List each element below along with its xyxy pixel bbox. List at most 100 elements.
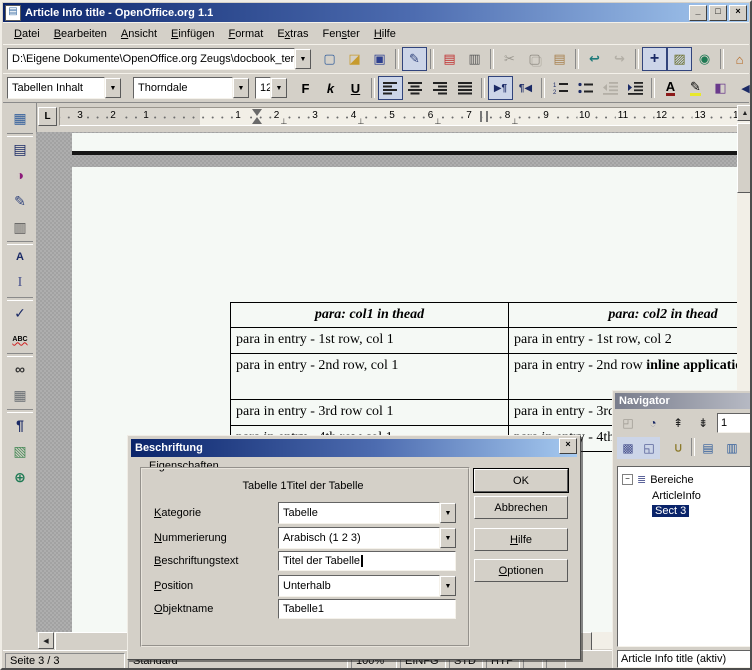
italic-button[interactable]: k xyxy=(318,76,343,100)
draw-functions-button[interactable]: ✎ xyxy=(7,189,33,213)
navigator-document-list[interactable]: Article Info title (aktiv) xyxy=(617,650,752,668)
indent-marker[interactable] xyxy=(252,109,262,124)
menu-bearbeiten[interactable]: Bearbeiten xyxy=(47,25,114,43)
new-document-button[interactable]: ▢ xyxy=(317,47,342,71)
direct-cursor-button[interactable]: I xyxy=(7,271,33,295)
nummerierung-value[interactable]: Arabisch (1 2 3) xyxy=(278,527,440,549)
position-combobox[interactable]: Unterhalb ▼ xyxy=(278,576,456,596)
toolbar-back-arrow-button[interactable]: ◀ xyxy=(733,76,752,100)
graphics-toggle-button[interactable]: ▧ xyxy=(7,439,33,463)
menu-einfuegen[interactable]: Einfügen xyxy=(164,25,221,43)
align-center-button[interactable] xyxy=(403,76,428,100)
spellcheck-button[interactable]: ✓ xyxy=(7,301,33,325)
font-name-combobox[interactable]: Thorndale ▼ xyxy=(133,78,249,98)
kategorie-combobox[interactable]: Tabelle ▼ xyxy=(278,503,456,523)
nav-next-button[interactable]: ⇟ xyxy=(692,412,714,434)
menu-datei[interactable]: Datei xyxy=(7,25,47,43)
navigator-button[interactable]: + xyxy=(642,47,667,71)
nav-navigation-button[interactable]: ◔ xyxy=(642,412,664,434)
bullet-list-button[interactable] xyxy=(573,76,598,100)
paste-button[interactable]: ▤ xyxy=(547,47,572,71)
url-field[interactable]: D:\Eigene Dokumente\OpenOffice.org Zeugs… xyxy=(7,48,295,70)
nummerierung-dropdown-icon[interactable]: ▼ xyxy=(440,528,456,548)
tab-type-button[interactable]: L xyxy=(38,107,57,126)
menu-fenster[interactable]: Fenster xyxy=(316,25,367,43)
scroll-left-button[interactable]: ◀ xyxy=(38,632,54,649)
right-to-left-button[interactable]: ¶◀ xyxy=(513,76,538,100)
kategorie-value[interactable]: Tabelle xyxy=(278,502,440,524)
nav-drag-mode-button[interactable]: ⊂ xyxy=(667,437,689,459)
bold-button[interactable]: F xyxy=(293,76,318,100)
nav-toggle-button[interactable]: ◰ xyxy=(617,412,639,434)
increase-indent-button[interactable] xyxy=(623,76,648,100)
menu-extras[interactable]: Extras xyxy=(270,25,315,43)
url-combobox[interactable]: D:\Eigene Dokumente\OpenOffice.org Zeugs… xyxy=(7,49,311,69)
data-sources-button[interactable]: ▦ xyxy=(7,383,33,407)
copy-button[interactable]: ▢ xyxy=(522,47,547,71)
url-dropdown-icon[interactable]: ▼ xyxy=(295,49,311,69)
align-left-button[interactable] xyxy=(378,76,403,100)
tree-item-bereiche[interactable]: − ≣ Bereiche xyxy=(618,472,752,487)
table-cell[interactable]: para in entry - 3rd row col 1 xyxy=(231,400,509,425)
objektname-input[interactable]: Tabelle1 xyxy=(278,599,456,619)
decrease-indent-button[interactable] xyxy=(598,76,623,100)
font-size-value[interactable]: 12 xyxy=(255,77,271,99)
navigator-title-bar[interactable]: Navigator xyxy=(615,393,752,409)
find-button[interactable]: ∞ xyxy=(7,357,33,381)
nav-listbox-toggle-button[interactable]: ▩ xyxy=(617,437,639,459)
nav-anchor-button[interactable]: ▦ xyxy=(745,437,752,459)
underline-button[interactable]: U xyxy=(343,76,368,100)
cut-button[interactable]: ✂ xyxy=(497,47,522,71)
open-button[interactable]: ◪ xyxy=(342,47,367,71)
kategorie-dropdown-icon[interactable]: ▼ xyxy=(440,503,456,523)
nav-content-view-button[interactable]: ◱ xyxy=(638,437,660,459)
paragraph-background-button[interactable]: ◧ xyxy=(708,76,733,100)
font-size-combobox[interactable]: 12 ▼ xyxy=(255,78,287,98)
font-name-value[interactable]: Thorndale xyxy=(133,77,233,99)
font-dropdown-icon[interactable]: ▼ xyxy=(233,78,249,98)
form-functions-button[interactable]: ▥ xyxy=(7,215,33,239)
insert-object-button[interactable]: ◑ xyxy=(7,163,33,187)
undo-button[interactable]: ↩ xyxy=(582,47,607,71)
gallery-button[interactable]: ⌂ xyxy=(727,47,752,71)
edit-file-button[interactable]: ✎ xyxy=(402,47,427,71)
paragraph-style-value[interactable]: Tabellen Inhalt xyxy=(7,77,105,99)
minimize-button[interactable]: _ xyxy=(689,5,707,21)
nav-page-spinner[interactable]: 1 ▲ ▼ xyxy=(717,413,752,433)
numbered-list-button[interactable]: 12 xyxy=(548,76,573,100)
right-margin-marker[interactable] xyxy=(480,111,488,122)
tree-expand-icon[interactable]: − xyxy=(622,474,633,485)
export-pdf-button[interactable]: ▤ xyxy=(437,47,462,71)
nav-header-button[interactable]: ▤ xyxy=(697,437,719,459)
online-layout-button[interactable]: ⊕ xyxy=(7,465,33,489)
size-dropdown-icon[interactable]: ▼ xyxy=(271,78,287,98)
nummerierung-combobox[interactable]: Arabisch (1 2 3) ▼ xyxy=(278,528,456,548)
ruler[interactable]: ⊥ ⊥ ⊥ ⊥ 3211234567891011121314 xyxy=(59,107,739,126)
stylist-button[interactable]: ▨ xyxy=(667,47,692,71)
autotext-button[interactable]: A xyxy=(7,245,33,269)
menu-format[interactable]: Format xyxy=(221,25,270,43)
tree-item-sect3[interactable]: Sect 3 xyxy=(618,503,752,518)
table-cell[interactable]: para in entry - 1st row, col 2 xyxy=(509,328,737,353)
left-to-right-button[interactable]: ▶¶ xyxy=(488,76,513,100)
dialog-close-button[interactable]: × xyxy=(559,438,577,454)
table-cell[interactable]: para in entry - 2nd row, col 1 xyxy=(231,354,509,399)
table-cell[interactable]: para in entry - 1st row, col 1 xyxy=(231,328,509,353)
insert-table-button[interactable]: ▦ xyxy=(7,106,33,130)
tree-item-articleinfo[interactable]: ArticleInfo xyxy=(618,488,752,503)
style-dropdown-icon[interactable]: ▼ xyxy=(105,78,121,98)
table-header-cell[interactable]: para: col1 in thead xyxy=(231,303,509,327)
menu-ansicht[interactable]: Ansicht xyxy=(114,25,164,43)
nav-previous-button[interactable]: ⇞ xyxy=(667,412,689,434)
table-header-cell[interactable]: para: col2 in thead xyxy=(509,303,737,327)
nav-footer-button[interactable]: ▥ xyxy=(721,437,743,459)
auto-spellcheck-button[interactable]: ABC xyxy=(7,327,33,351)
optionen-button[interactable]: Optionen xyxy=(474,559,568,582)
abbrechen-button[interactable]: Abbrechen xyxy=(474,496,568,519)
page-2-bottom[interactable] xyxy=(72,133,737,151)
print-button[interactable]: ▥ xyxy=(462,47,487,71)
hilfe-button[interactable]: Hilfe xyxy=(474,528,568,551)
beschriftungstext-input[interactable]: Titel der Tabelle xyxy=(278,551,456,571)
ok-button[interactable]: OK xyxy=(474,469,568,492)
dialog-title-bar[interactable]: Beschriftung xyxy=(131,439,577,457)
